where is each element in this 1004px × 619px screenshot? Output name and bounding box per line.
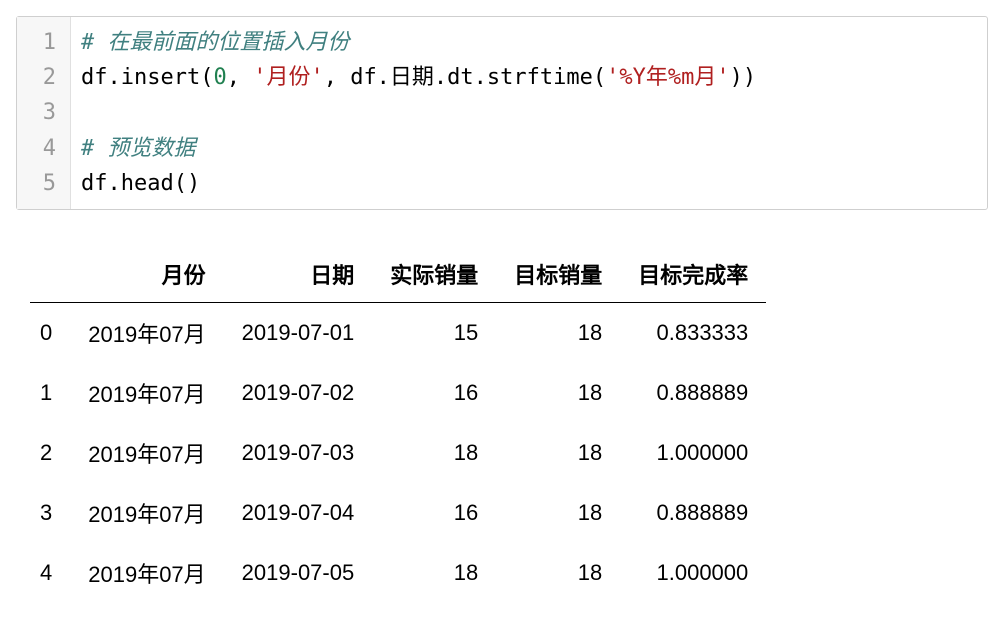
cell-date: 2019-07-01 xyxy=(224,302,373,363)
cell-rate: 0.833333 xyxy=(620,302,766,363)
code-token: df.insert( xyxy=(81,65,213,90)
cell-rate: 0.888889 xyxy=(620,483,766,543)
row-index: 0 xyxy=(30,302,70,363)
line-number: 5 xyxy=(17,166,70,201)
cell-target: 18 xyxy=(496,483,620,543)
code-token: , df.日期.dt.strftime( xyxy=(324,65,606,90)
line-number-gutter: 1 2 3 4 5 xyxy=(17,17,71,209)
cell-month: 2019年07月 xyxy=(70,302,223,363)
cell-actual: 18 xyxy=(372,543,496,603)
code-comment: # 在最前面的位置插入月份 xyxy=(81,30,350,55)
output-area: 月份 日期 实际销量 目标销量 目标完成率 0 2019年07月 2019-07… xyxy=(16,248,988,603)
line-number: 2 xyxy=(17,60,70,95)
cell-date: 2019-07-03 xyxy=(224,423,373,483)
line-number: 1 xyxy=(17,25,70,60)
dataframe-table: 月份 日期 实际销量 目标销量 目标完成率 0 2019年07月 2019-07… xyxy=(30,248,766,603)
code-token: , xyxy=(227,65,254,90)
row-index: 2 xyxy=(30,423,70,483)
code-token: df.head() xyxy=(81,171,200,196)
cell-date: 2019-07-05 xyxy=(224,543,373,603)
col-header: 实际销量 xyxy=(372,248,496,303)
cell-month: 2019年07月 xyxy=(70,363,223,423)
row-index: 1 xyxy=(30,363,70,423)
cell-rate: 1.000000 xyxy=(620,423,766,483)
code-string: '月份' xyxy=(253,65,324,90)
cell-target: 18 xyxy=(496,543,620,603)
cell-target: 18 xyxy=(496,302,620,363)
col-header: 目标销量 xyxy=(496,248,620,303)
cell-actual: 16 xyxy=(372,483,496,543)
col-header: 月份 xyxy=(70,248,223,303)
col-header: 日期 xyxy=(224,248,373,303)
row-index: 3 xyxy=(30,483,70,543)
cell-month: 2019年07月 xyxy=(70,483,223,543)
row-index: 4 xyxy=(30,543,70,603)
cell-rate: 0.888889 xyxy=(620,363,766,423)
code-cell: 1 2 3 4 5 # 在最前面的位置插入月份 df.insert(0, '月份… xyxy=(16,16,988,210)
line-number: 3 xyxy=(17,95,70,130)
header-row: 月份 日期 实际销量 目标销量 目标完成率 xyxy=(30,248,766,303)
table-row: 2 2019年07月 2019-07-03 18 18 1.000000 xyxy=(30,423,766,483)
cell-date: 2019-07-04 xyxy=(224,483,373,543)
table-row: 1 2019年07月 2019-07-02 16 18 0.888889 xyxy=(30,363,766,423)
table-row: 0 2019年07月 2019-07-01 15 18 0.833333 xyxy=(30,302,766,363)
code-token: )) xyxy=(730,65,757,90)
col-header: 目标完成率 xyxy=(620,248,766,303)
cell-actual: 16 xyxy=(372,363,496,423)
code-string: '%Y年%m月' xyxy=(606,65,729,90)
table-row: 4 2019年07月 2019-07-05 18 18 1.000000 xyxy=(30,543,766,603)
cell-actual: 18 xyxy=(372,423,496,483)
cell-month: 2019年07月 xyxy=(70,423,223,483)
cell-actual: 15 xyxy=(372,302,496,363)
code-number: 0 xyxy=(213,65,226,90)
cell-month: 2019年07月 xyxy=(70,543,223,603)
index-header xyxy=(30,248,70,303)
cell-date: 2019-07-02 xyxy=(224,363,373,423)
code-comment: # 预览数据 xyxy=(81,136,196,161)
cell-target: 18 xyxy=(496,363,620,423)
cell-target: 18 xyxy=(496,423,620,483)
table-row: 3 2019年07月 2019-07-04 16 18 0.888889 xyxy=(30,483,766,543)
cell-rate: 1.000000 xyxy=(620,543,766,603)
line-number: 4 xyxy=(17,131,70,166)
code-content[interactable]: # 在最前面的位置插入月份 df.insert(0, '月份', df.日期.d… xyxy=(71,17,770,209)
